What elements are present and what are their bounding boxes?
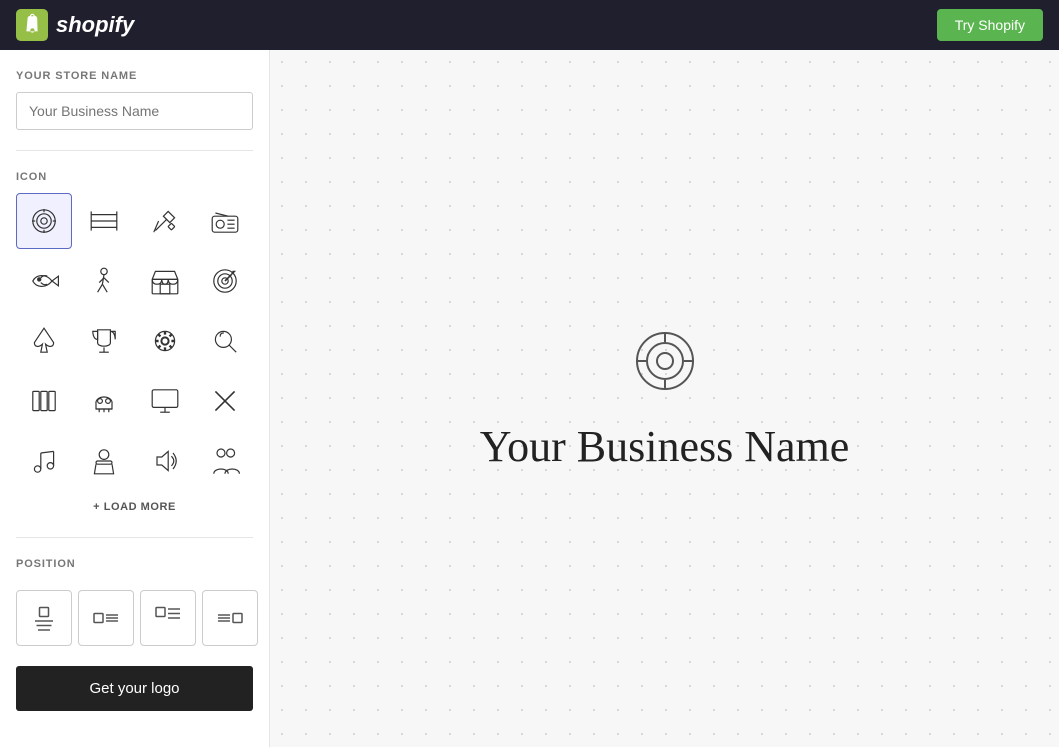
icon-skull[interactable] [76, 373, 132, 429]
icon-music[interactable] [16, 433, 72, 489]
icon-label: ICON [16, 171, 253, 183]
divider-1 [16, 150, 253, 151]
shopify-bag-icon [16, 9, 48, 41]
icon-spade[interactable] [16, 313, 72, 369]
load-more-button[interactable]: + LOAD MORE [16, 501, 253, 513]
icon-speaker[interactable] [137, 433, 193, 489]
preview-business-name: Your Business Name [480, 421, 850, 472]
position-icon-left-center[interactable] [78, 590, 134, 646]
icon-store[interactable] [137, 253, 193, 309]
store-name-label: YOUR STORE NAME [16, 70, 253, 82]
sidebar: YOUR STORE NAME ICON [0, 50, 270, 747]
position-grid [16, 590, 253, 646]
icon-grid [16, 193, 253, 489]
position-label: POSITION [16, 558, 253, 570]
icon-person[interactable] [76, 433, 132, 489]
main-layout: YOUR STORE NAME ICON [0, 50, 1059, 747]
get-logo-button[interactable]: Get your logo [16, 666, 253, 711]
divider-2 [16, 537, 253, 538]
icon-fish[interactable] [16, 253, 72, 309]
icon-people[interactable] [197, 433, 253, 489]
icon-books[interactable] [16, 373, 72, 429]
shopify-text: shopify [56, 12, 134, 38]
icon-search[interactable] [197, 313, 253, 369]
position-icon-top[interactable] [16, 590, 72, 646]
icon-target[interactable] [16, 193, 72, 249]
shopify-logo: shopify [16, 9, 134, 41]
icon-gear[interactable] [137, 313, 193, 369]
preview-area: Your Business Name [270, 50, 1059, 747]
icon-radio[interactable] [197, 193, 253, 249]
icon-walk[interactable] [76, 253, 132, 309]
store-name-input[interactable] [16, 92, 253, 130]
position-icon-left-top[interactable] [140, 590, 196, 646]
preview-icon [630, 326, 700, 405]
position-icon-right[interactable] [202, 590, 258, 646]
icon-trophy[interactable] [76, 313, 132, 369]
icon-monitor[interactable] [137, 373, 193, 429]
icon-dart[interactable] [197, 253, 253, 309]
try-shopify-button[interactable]: Try Shopify [937, 9, 1043, 41]
icon-close[interactable] [197, 373, 253, 429]
icon-crosshair[interactable] [76, 193, 132, 249]
header: shopify Try Shopify [0, 0, 1059, 50]
icon-tools[interactable] [137, 193, 193, 249]
